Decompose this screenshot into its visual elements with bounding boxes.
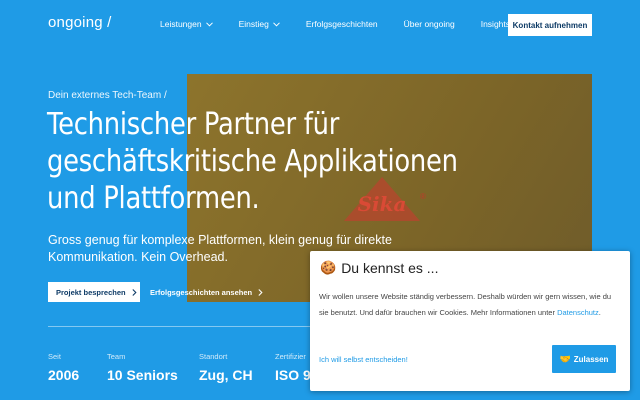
cookie-title: 🍪 Du kennst es ... (320, 260, 438, 276)
top-navigation: ongoing / Leistungen Einstieg Erfolgsges… (0, 0, 640, 50)
nav-item-einstieg[interactable]: Einstieg (239, 19, 280, 29)
nav-links: Leistungen Einstieg Erfolgsgeschichten Ü… (160, 19, 536, 29)
nav-item-label: Über ongoing (403, 19, 455, 29)
stat-certification: Zertifizier ISO 9 (275, 352, 311, 383)
chevron-right-icon (132, 288, 137, 296)
stat-location: Standort Zug, CH (199, 352, 253, 383)
nav-item-label: Einstieg (238, 19, 269, 29)
stat-value: 2006 (48, 367, 80, 383)
stat-label: Zertifizier (275, 352, 306, 361)
hero-eyebrow: Dein externes Tech-Team / (48, 90, 167, 101)
stat-label: Team (107, 352, 126, 361)
stat-since: Seit 2006 (48, 352, 79, 383)
cookie-banner: 🍪 Du kennst es ... Wir wollen unsere Web… (310, 251, 630, 391)
chevron-right-icon (258, 288, 263, 296)
nav-item-erfolgsgeschichten[interactable]: Erfolgsgeschichten (306, 19, 378, 29)
stat-label: Seit (48, 352, 61, 361)
stat-label: Standort (199, 352, 228, 361)
cookie-text: Wir wollen unsere Website ständig verbes… (319, 289, 621, 321)
link-label: Erfolgsgeschichten ansehen (150, 287, 253, 297)
headline-line: Technischer Partner für (47, 107, 340, 142)
cookie-title-text: Du kennst es ... (341, 260, 439, 276)
stat-value: ISO 9 (275, 367, 311, 383)
nav-item-label: Leistungen (160, 19, 202, 29)
nav-item-ueber-ongoing[interactable]: Über ongoing (404, 19, 455, 29)
contact-button[interactable]: Kontakt aufnehmen (508, 14, 592, 36)
nav-item-label: Insights (480, 19, 511, 29)
button-label: Projekt besprechen (56, 287, 126, 297)
headline-line: geschäftskritische Applikationen (47, 144, 458, 179)
chevron-down-icon (272, 21, 280, 27)
nav-item-leistungen[interactable]: Leistungen (160, 19, 213, 29)
success-stories-link[interactable]: Erfolgsgeschichten ansehen (150, 282, 263, 302)
headline-line: und Plattformen. (47, 181, 260, 216)
privacy-link[interactable]: Datenschutz (557, 308, 599, 317)
hero-headline: Technischer Partner für geschäftskritisc… (47, 106, 458, 217)
stat-value: Zug, CH (199, 367, 253, 383)
logo[interactable]: ongoing / (48, 14, 112, 31)
chevron-down-icon (205, 21, 213, 27)
accept-cookies-button[interactable]: 🤝 Zulassen (552, 345, 616, 373)
nav-item-insights[interactable]: Insights (481, 19, 510, 29)
discuss-project-button[interactable]: Projekt besprechen (48, 282, 140, 302)
nav-item-label: Erfolgsgeschichten (305, 19, 378, 29)
cookie-period: . (598, 308, 601, 317)
handshake-icon: 🤝 (559, 353, 571, 364)
button-label: Zulassen (573, 354, 609, 364)
cookie-settings-link[interactable]: Ich will selbst entscheiden! (319, 355, 408, 364)
stat-team: Team 10 Seniors (107, 352, 178, 383)
registered-mark: ® (420, 192, 426, 201)
stat-value: 10 Seniors (107, 367, 178, 383)
cookie-icon: 🍪 (320, 260, 337, 275)
